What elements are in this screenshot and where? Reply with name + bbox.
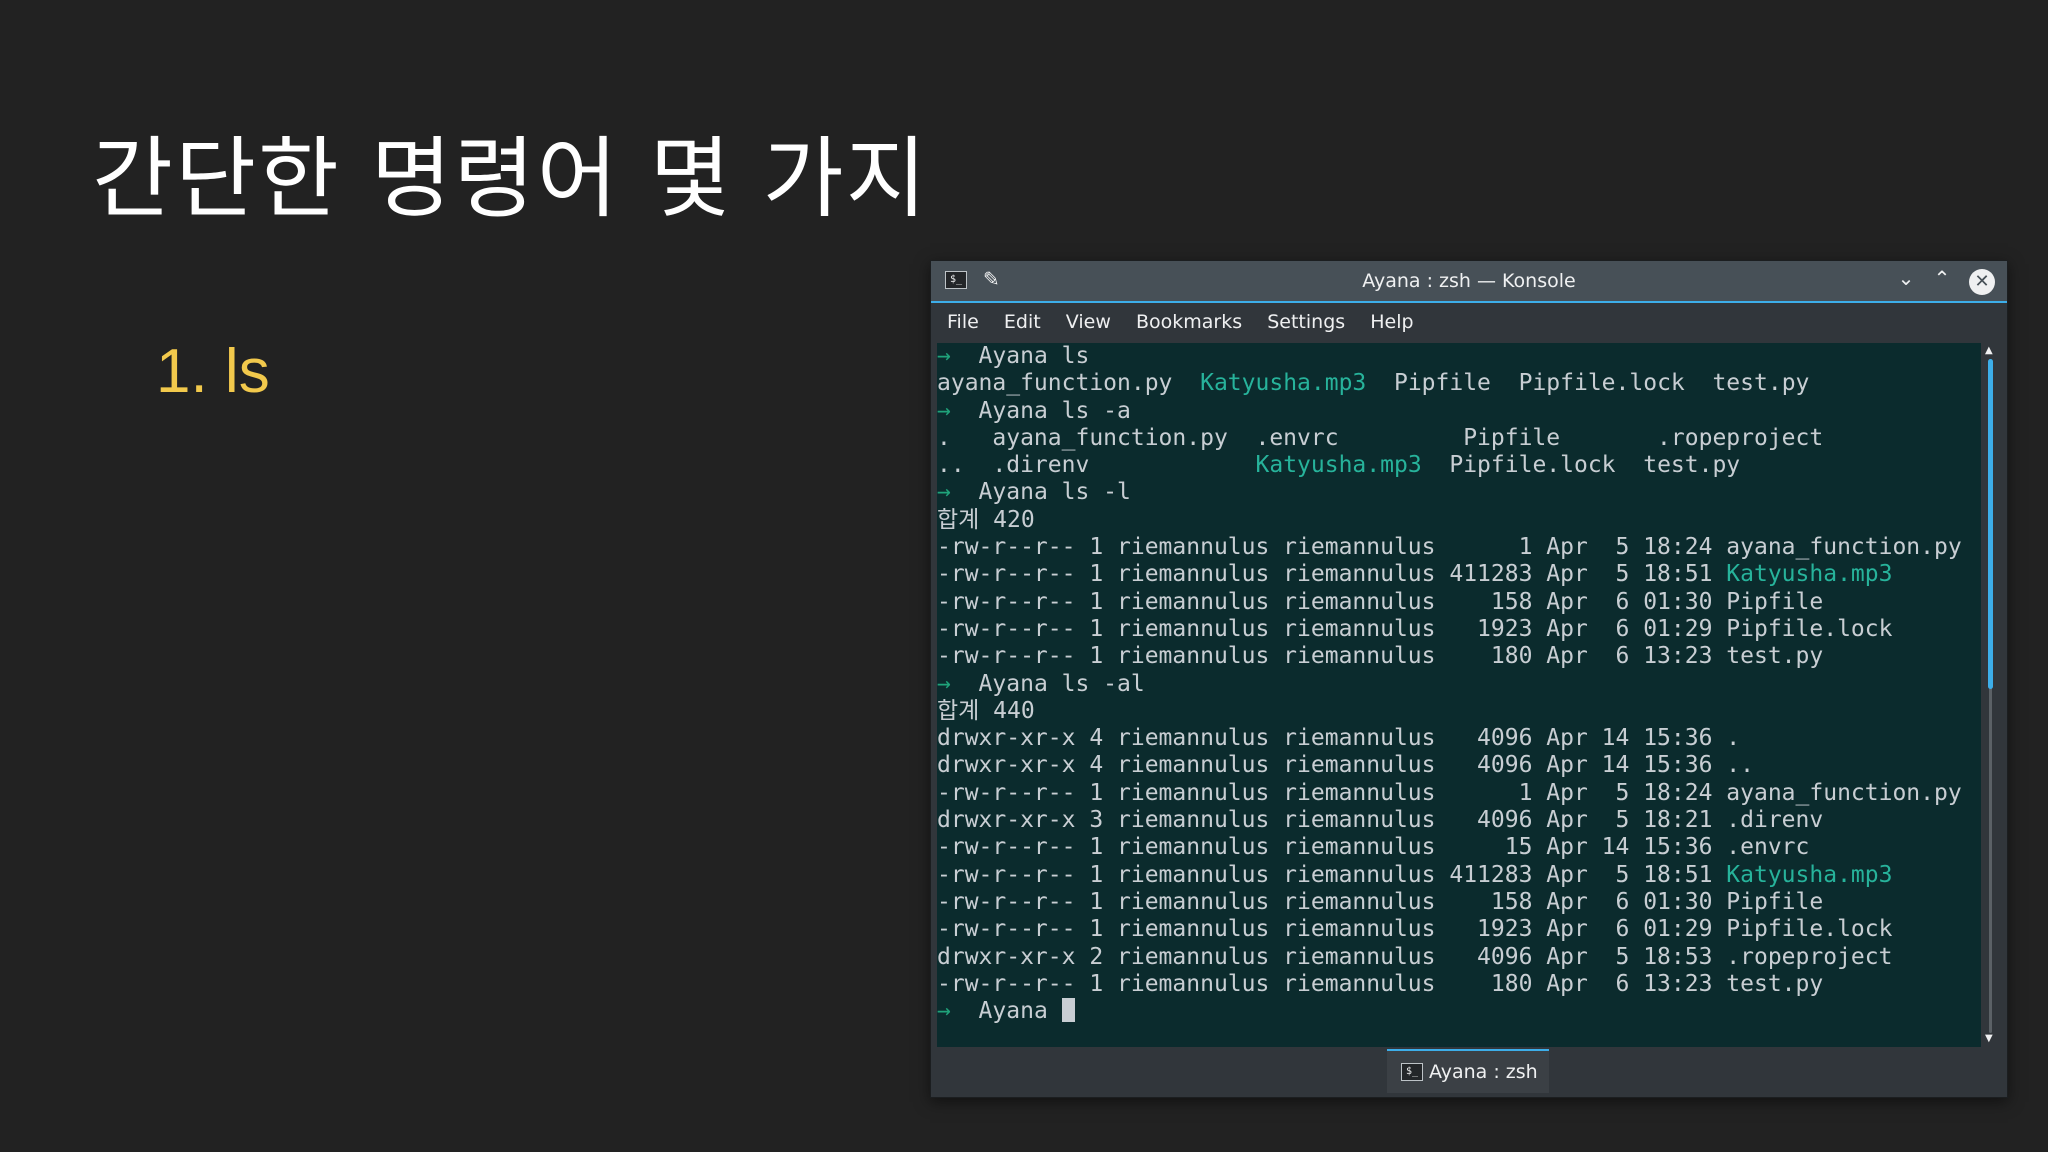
output-text: 합계 440 <box>937 697 1035 724</box>
output-text: -rw-r--r-- 1 riemannulus riemannulus 15 … <box>937 834 1810 861</box>
terminal-output-line: -rw-r--r-- 1 riemannulus riemannulus 15 … <box>937 834 1962 861</box>
tab-label: Ayana : zsh <box>1429 1061 1538 1083</box>
terminal-output-line: drwxr-xr-x 2 riemannulus riemannulus 409… <box>937 944 1962 971</box>
menu-help[interactable]: Help <box>1370 303 1413 341</box>
close-icon[interactable]: ✕ <box>1969 269 1995 295</box>
prompt-command: Ayana ls <box>950 343 1090 369</box>
prompt-arrow-icon: → <box>937 670 951 697</box>
media-file-name: Katyusha.mp3 <box>1726 861 1893 888</box>
terminal-output-line: drwxr-xr-x 4 riemannulus riemannulus 409… <box>937 725 1962 752</box>
output-text: drwxr-xr-x 3 riemannulus riemannulus 409… <box>937 807 1824 834</box>
output-text: 합계 420 <box>937 506 1035 533</box>
terminal-output-line: 합계 420 <box>937 507 1962 534</box>
window-titlebar[interactable]: $_ ✎ Ayana : zsh — Konsole ⌄ ⌃ ✕ <box>931 261 2007 303</box>
output-text: .. .direnv <box>937 452 1256 479</box>
terminal-output-line: . ayana_function.py .envrc Pipfile .rope… <box>937 425 1962 452</box>
terminal-scrollbar[interactable]: ▲ ▼ <box>1981 343 2001 1047</box>
output-text: -rw-r--r-- 1 riemannulus riemannulus 1 A… <box>937 779 1962 806</box>
menu-settings[interactable]: Settings <box>1267 303 1345 341</box>
output-text: -rw-r--r-- 1 riemannulus riemannulus 180… <box>937 970 1824 997</box>
scroll-up-icon[interactable]: ▲ <box>1985 345 1993 356</box>
output-text: -rw-r--r-- 1 riemannulus riemannulus 192… <box>937 615 1893 642</box>
menu-edit[interactable]: Edit <box>1004 303 1041 341</box>
terminal-output-line: -rw-r--r-- 1 riemannulus riemannulus 180… <box>937 971 1962 998</box>
output-text: Pipfile.lock test.py <box>1421 452 1741 479</box>
prompt-command: Ayana ls -al <box>950 670 1145 697</box>
output-text: drwxr-xr-x 4 riemannulus riemannulus 409… <box>937 725 1741 752</box>
terminal-output-line: drwxr-xr-x 4 riemannulus riemannulus 409… <box>937 752 1962 779</box>
menu-bookmarks[interactable]: Bookmarks <box>1136 303 1242 341</box>
terminal-prompt-line: → Ayana ls -al <box>937 671 1962 698</box>
konsole-window: $_ ✎ Ayana : zsh — Konsole ⌄ ⌃ ✕ File Ed… <box>930 260 2008 1098</box>
terminal-icon: $_ <box>1401 1063 1423 1081</box>
scrollbar-thumb[interactable] <box>1988 359 1993 689</box>
maximize-icon[interactable]: ⌃ <box>1928 266 1956 290</box>
output-text: drwxr-xr-x 2 riemannulus riemannulus 409… <box>937 943 1893 970</box>
terminal-output-line: -rw-r--r-- 1 riemannulus riemannulus 411… <box>937 862 1962 889</box>
tab-bar: $_ Ayana : zsh <box>931 1047 2007 1097</box>
tab-ayana-zsh[interactable]: $_ Ayana : zsh <box>1387 1049 1549 1093</box>
terminal-output-line: drwxr-xr-x 3 riemannulus riemannulus 409… <box>937 807 1962 834</box>
terminal-output-line: -rw-r--r-- 1 riemannulus riemannulus 192… <box>937 916 1962 943</box>
output-text: -rw-r--r-- 1 riemannulus riemannulus 411… <box>937 561 1727 588</box>
terminal-output-line: -rw-r--r-- 1 riemannulus riemannulus 192… <box>937 616 1962 643</box>
prompt-command: Ayana ls -a <box>950 397 1131 424</box>
prompt-command: Ayana <box>950 998 1062 1025</box>
menu-file[interactable]: File <box>947 303 979 341</box>
bullet-item: 1. ls <box>156 337 270 406</box>
prompt-arrow-icon: → <box>937 998 951 1025</box>
terminal-output-line: -rw-r--r-- 1 riemannulus riemannulus 158… <box>937 589 1962 616</box>
output-text: -rw-r--r-- 1 riemannulus riemannulus 158… <box>937 588 1824 615</box>
terminal-output-line: -rw-r--r-- 1 riemannulus riemannulus 158… <box>937 889 1962 916</box>
terminal-cursor <box>1061 998 1075 1023</box>
output-text: Pipfile Pipfile.lock test.py <box>1366 370 1810 397</box>
terminal-lines: → Ayana ls ayana_function.py Katyusha.mp3… <box>937 343 1962 1025</box>
prompt-arrow-icon: → <box>937 479 951 506</box>
output-text: drwxr-xr-x 4 riemannulus riemannulus 409… <box>937 752 1754 779</box>
minimize-icon[interactable]: ⌄ <box>1892 266 1920 290</box>
terminal-output-line: -rw-r--r-- 1 riemannulus riemannulus 411… <box>937 561 1962 588</box>
terminal-prompt-line: → Ayana ls -l <box>937 479 1962 506</box>
terminal-output-line: -rw-r--r-- 1 riemannulus riemannulus 1 A… <box>937 780 1962 807</box>
prompt-arrow-icon: → <box>937 343 951 369</box>
output-text: -rw-r--r-- 1 riemannulus riemannulus 411… <box>937 861 1727 888</box>
prompt-arrow-icon: → <box>937 397 951 424</box>
terminal-output-line: .. .direnv Katyusha.mp3 Pipfile.lock tes… <box>937 452 1962 479</box>
terminal-output-line: ayana_function.py Katyusha.mp3 Pipfile P… <box>937 370 1962 397</box>
terminal-prompt-line: → Ayana <box>937 998 1962 1025</box>
slide-title: 간단한 명령어 몇 가지 <box>92 127 929 230</box>
terminal-prompt-line: → Ayana ls <box>937 343 1962 370</box>
media-file-name: Katyusha.mp3 <box>1255 452 1422 479</box>
window-title: Ayana : zsh — Konsole <box>1362 270 1576 292</box>
terminal-output-line: 합계 440 <box>937 698 1962 725</box>
output-text: -rw-r--r-- 1 riemannulus riemannulus 158… <box>937 888 1824 915</box>
scroll-down-icon[interactable]: ▼ <box>1985 1033 1993 1044</box>
terminal-output-line: -rw-r--r-- 1 riemannulus riemannulus 1 A… <box>937 534 1962 561</box>
menu-view[interactable]: View <box>1066 303 1111 341</box>
output-text: -rw-r--r-- 1 riemannulus riemannulus 180… <box>937 643 1824 670</box>
output-text: ayana_function.py <box>937 370 1201 397</box>
terminal-output-line: -rw-r--r-- 1 riemannulus riemannulus 180… <box>937 643 1962 670</box>
output-text: -rw-r--r-- 1 riemannulus riemannulus 192… <box>937 916 1893 943</box>
output-text: -rw-r--r-- 1 riemannulus riemannulus 1 A… <box>937 534 1962 561</box>
output-text: . ayana_function.py .envrc Pipfile .rope… <box>937 424 1824 451</box>
media-file-name: Katyusha.mp3 <box>1200 370 1367 397</box>
menu-bar: File Edit View Bookmarks Settings Help <box>931 303 2007 341</box>
media-file-name: Katyusha.mp3 <box>1726 561 1893 588</box>
terminal-prompt-line: → Ayana ls -a <box>937 398 1962 425</box>
prompt-command: Ayana ls -l <box>950 479 1131 506</box>
terminal-output[interactable]: → Ayana ls ayana_function.py Katyusha.mp3… <box>937 343 1981 1047</box>
